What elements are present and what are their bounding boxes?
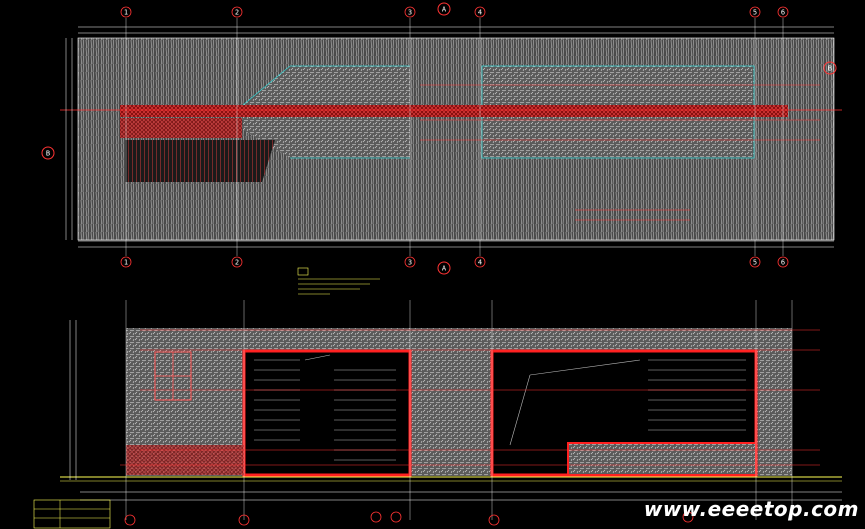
- watermark-text: www.eeeetop.com: [643, 497, 859, 521]
- grid-label-bottom-2: 2: [235, 259, 239, 267]
- section-marker-right: B: [828, 65, 832, 73]
- grid-label-top-4: 4: [478, 9, 482, 17]
- elevation-grid-bubbles: [124, 511, 694, 526]
- section-marker-top: A: [442, 6, 447, 14]
- elevation-left-opening: [242, 349, 412, 477]
- grid-label-top-3: 3: [408, 9, 412, 17]
- plan-grid-bubbles-top: 1 2 3 4 5 6: [120, 6, 789, 18]
- grid-label-bottom-3: 3: [408, 259, 412, 267]
- grid-label-bottom-1: 1: [124, 259, 128, 267]
- cad-drawing-canvas: 1 2 3 4 5 6 1 2 3 4 5 6 A A B B: [33, 2, 842, 529]
- plan-red-block-left: [120, 118, 242, 138]
- section-marker-bottom: A: [442, 265, 447, 273]
- legend-notes: [297, 267, 380, 295]
- section-marker-left: B: [46, 150, 50, 158]
- elevation-right-sill: [567, 442, 757, 476]
- grid-label-bottom-4: 4: [478, 259, 482, 267]
- grid-label-top-6: 6: [781, 9, 785, 17]
- plan-grid-bubbles-bottom: 1 2 3 4 5 6: [120, 256, 789, 268]
- plan-view: [60, 18, 842, 256]
- elevation-view: [60, 300, 842, 520]
- grid-label-top-2: 2: [235, 9, 239, 17]
- grid-label-top-1: 1: [124, 9, 128, 17]
- grid-label-bottom-6: 6: [781, 259, 785, 267]
- plan-striped-area: [125, 140, 275, 182]
- title-block: [33, 499, 111, 529]
- elevation-base-band: [126, 445, 244, 475]
- elevation-vertical-dims: [69, 320, 77, 480]
- grid-label-top-5: 5: [753, 9, 757, 17]
- plan-red-band: [120, 105, 788, 117]
- grid-label-bottom-5: 5: [753, 259, 757, 267]
